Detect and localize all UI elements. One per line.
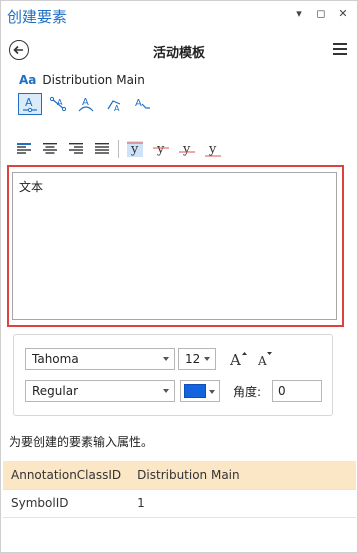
text-formatting-toolbar: y y y y (12, 139, 225, 159)
svg-text:y: y (130, 142, 139, 157)
chevron-down-icon (204, 357, 210, 361)
align-right-button[interactable] (64, 139, 88, 159)
follow-feature-icon: A (107, 100, 121, 113)
pane-options-icon[interactable]: ▾ (293, 7, 305, 20)
svg-text:A: A (57, 98, 63, 107)
svg-text:A: A (230, 351, 241, 368)
align-center-icon (43, 143, 57, 154)
font-size-select[interactable]: 12 (178, 348, 216, 370)
active-template: Aa Distribution Main (19, 73, 145, 87)
font-size-value: 12 (185, 352, 201, 366)
pane-title-bar: 创建要素 ▾ ◻ ✕ (1, 1, 357, 31)
chevron-down-icon (209, 390, 215, 394)
svg-text:A: A (257, 354, 267, 368)
chevron-down-icon (163, 389, 169, 393)
attribute-value[interactable]: Distribution Main (129, 461, 356, 490)
font-family-select[interactable]: Tahoma (25, 348, 175, 370)
straight-text-icon: A (49, 96, 67, 112)
svg-text:y: y (182, 142, 191, 157)
create-features-pane: 创建要素 ▾ ◻ ✕ 活动模板 Aa Distribution Main A A… (0, 0, 358, 553)
svg-text:A: A (82, 97, 89, 108)
close-icon[interactable]: ✕ (337, 7, 349, 20)
table-row[interactable]: AnnotationClassID Distribution Main (3, 461, 356, 490)
justify-button[interactable] (90, 139, 114, 159)
curved-annotation-tool[interactable]: A (74, 93, 98, 115)
attribute-value[interactable]: 1 (129, 489, 356, 518)
table-row[interactable]: SymbolID 1 (3, 489, 356, 518)
annotation-text-input[interactable]: 文本 (12, 172, 337, 320)
font-settings-group: Tahoma 12 A A Regular 角度: 0 (13, 334, 333, 416)
annotation-template-icon: Aa (19, 73, 37, 87)
valign-middle-icon: y (153, 142, 169, 157)
vertical-align-baseline-button[interactable]: y (175, 139, 199, 159)
chevron-down-icon (163, 357, 169, 361)
svg-text:y: y (156, 142, 165, 157)
attribute-name: SymbolID (3, 489, 130, 518)
color-swatch (184, 384, 206, 398)
svg-text:A: A (25, 96, 33, 109)
font-family-value: Tahoma (32, 352, 79, 366)
vertical-align-bottom-button[interactable]: y (201, 139, 225, 159)
text-input-highlight: 文本 (7, 165, 344, 327)
follow-feature-tool[interactable]: A (102, 93, 126, 115)
font-color-picker[interactable] (180, 380, 220, 402)
window-controls: ▾ ◻ ✕ (293, 7, 349, 20)
attribute-table: AnnotationClassID Distribution Main Symb… (3, 461, 356, 518)
angle-label: 角度: (233, 385, 262, 399)
page-title: 活动模板 (152, 46, 205, 61)
increase-font-size-button[interactable]: A (229, 350, 248, 371)
svg-text:A: A (114, 104, 120, 113)
valign-baseline-icon: y (179, 142, 195, 157)
leader-line-tool[interactable]: A (130, 93, 154, 115)
font-grow-icon: A (229, 351, 247, 369)
horizontal-text-icon: A (23, 96, 37, 113)
curved-text-icon: A (78, 97, 94, 112)
align-left-icon (17, 143, 31, 154)
align-center-button[interactable] (38, 139, 62, 159)
svg-text:y: y (208, 142, 217, 157)
font-style-value: Regular (32, 384, 79, 398)
pane-title: 创建要素 (7, 8, 68, 26)
justify-icon (95, 143, 109, 154)
template-name: Distribution Main (42, 73, 145, 87)
svg-text:A: A (135, 98, 142, 109)
vertical-align-middle-button[interactable]: y (149, 139, 173, 159)
leader-line-icon: A (135, 98, 150, 109)
font-shrink-icon: A (257, 352, 272, 368)
construction-tools: A A A A A (18, 93, 154, 115)
angle-input[interactable]: 0 (272, 380, 322, 402)
horizontal-annotation-tool[interactable]: A (18, 93, 42, 115)
vertical-align-top-button[interactable]: y (123, 139, 147, 159)
toolbar-separator (118, 140, 119, 158)
straight-annotation-tool[interactable]: A (46, 93, 70, 115)
header-bar: 活动模板 (1, 34, 357, 66)
valign-bottom-icon: y (205, 142, 221, 157)
align-left-button[interactable] (12, 139, 36, 159)
attribute-name: AnnotationClassID (3, 461, 130, 490)
font-style-select[interactable]: Regular (25, 380, 175, 402)
attributes-hint: 为要创建的要素输入属性。 (9, 435, 154, 449)
align-right-icon (69, 143, 83, 154)
valign-top-icon: y (127, 141, 143, 157)
menu-icon[interactable] (333, 43, 347, 55)
decrease-font-size-button[interactable]: A (257, 350, 275, 371)
restore-icon[interactable]: ◻ (315, 7, 327, 20)
